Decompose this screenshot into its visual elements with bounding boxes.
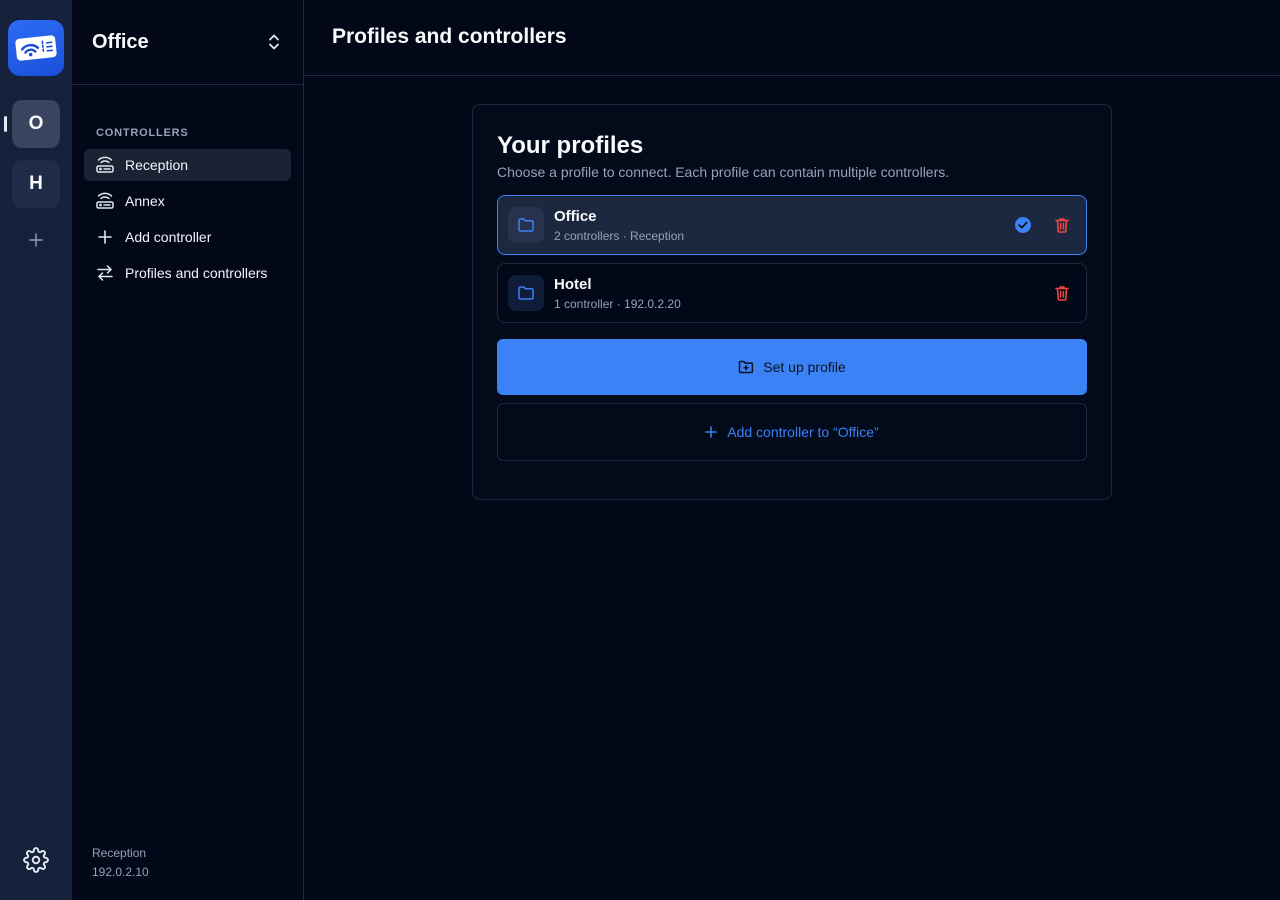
profile-item-hotel[interactable]: Hotel 1 controller · 192.0.2.20 [497, 263, 1087, 323]
profile-switcher[interactable]: Office [72, 0, 303, 85]
set-up-profile-label: Set up profile [763, 359, 846, 375]
router-icon [95, 155, 115, 175]
folder-plus-icon [738, 360, 754, 374]
profiles-card: Your profiles Choose a profile to connec… [472, 104, 1112, 500]
plus-icon [95, 227, 115, 247]
sidebar-item-add-controller[interactable]: Add controller [84, 221, 291, 253]
plus-icon [29, 233, 43, 247]
chevron-up-down-icon [269, 34, 279, 50]
plus-icon [705, 426, 717, 438]
add-profile-button[interactable] [24, 228, 48, 252]
delete-profile-button[interactable] [1052, 283, 1072, 303]
connected-controller-name: Reception [92, 846, 147, 860]
sidebar-item-annex[interactable]: Annex [84, 185, 291, 217]
card-subtitle: Choose a profile to connect. Each profil… [497, 164, 950, 180]
gear-icon [23, 847, 49, 873]
profile-rail: O H [0, 0, 72, 900]
sidebar-item-reception[interactable]: Reception [84, 149, 291, 181]
add-controller-to-profile-button[interactable]: Add controller to “Office” [497, 403, 1087, 461]
profile-name: Office [554, 208, 597, 225]
profile-name: Hotel [554, 276, 592, 293]
page-header: Profiles and controllers [304, 0, 1280, 76]
check-circle-icon [1015, 217, 1031, 233]
profile-switcher-title: Office [92, 30, 149, 53]
profile-meta: 1 controller · 192.0.2.20 [554, 297, 681, 311]
add-controller-label: Add controller to “Office” [727, 424, 879, 440]
connection-status: Reception 192.0.2.10 [92, 844, 149, 882]
sidebar: Office CONTROLLERS Reception Annex Add c… [72, 0, 304, 900]
set-up-profile-button[interactable]: Set up profile [497, 339, 1087, 395]
settings-button[interactable] [22, 846, 50, 874]
wifi-ticket-icon [15, 35, 57, 61]
sidebar-item-label: Profiles and controllers [125, 265, 268, 281]
trash-icon [1055, 218, 1069, 233]
page-title: Profiles and controllers [332, 24, 567, 48]
sidebar-item-profiles[interactable]: Profiles and controllers [84, 257, 291, 289]
folder-icon [508, 275, 544, 311]
router-icon [95, 191, 115, 211]
delete-profile-button[interactable] [1052, 215, 1072, 235]
swap-icon [95, 263, 115, 283]
rail-profile-office[interactable]: O [12, 100, 60, 148]
active-indicator [4, 116, 7, 132]
connected-controller-ip: 192.0.2.10 [92, 865, 149, 879]
controllers-section-label: CONTROLLERS [96, 127, 189, 139]
sidebar-item-label: Add controller [125, 229, 212, 245]
folder-icon [508, 207, 544, 243]
profile-meta: 2 controllers · Reception [554, 229, 685, 243]
app-logo[interactable] [8, 20, 64, 76]
trash-icon [1055, 286, 1069, 301]
sidebar-item-label: Annex [125, 193, 165, 209]
sidebar-item-label: Reception [125, 157, 189, 173]
card-title: Your profiles [497, 132, 644, 159]
profile-item-office[interactable]: Office 2 controllers · Reception [497, 195, 1087, 255]
rail-profile-hotel[interactable]: H [12, 160, 60, 208]
